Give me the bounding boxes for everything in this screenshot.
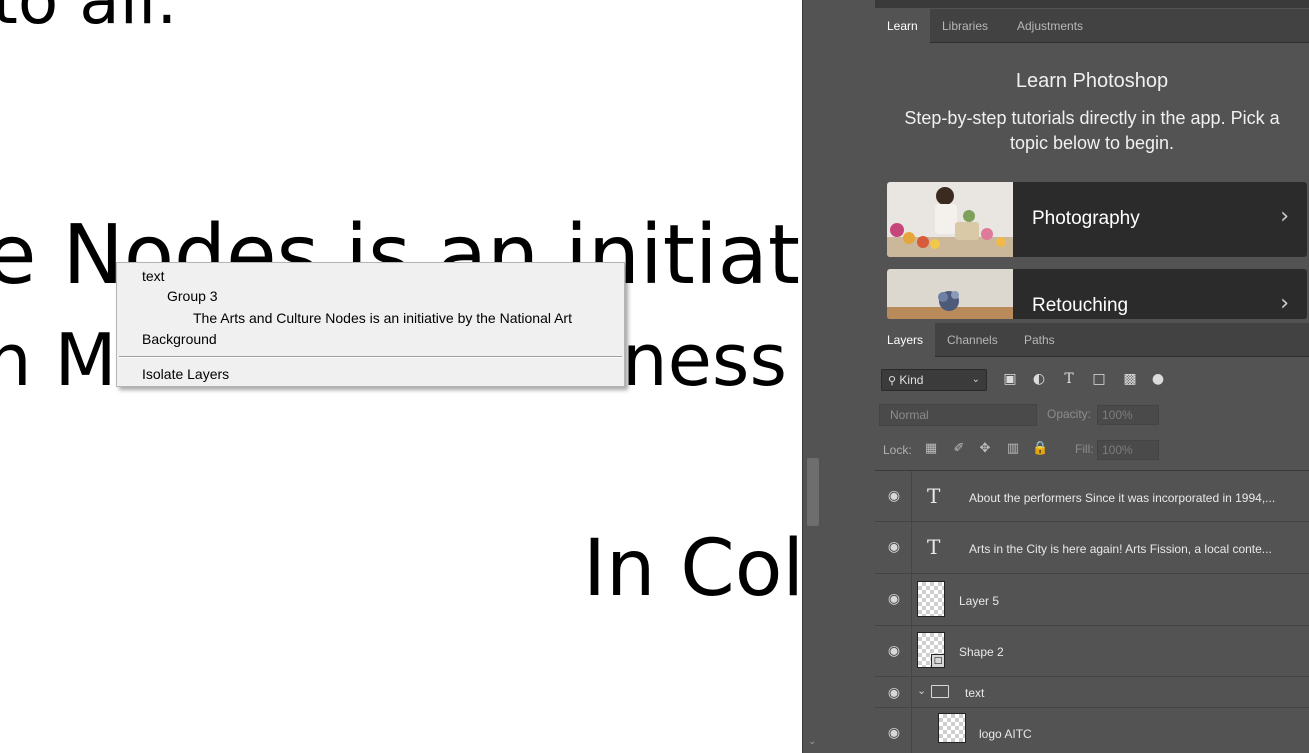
kind-filter-value: Kind	[899, 373, 924, 387]
smart-object-filter-icon[interactable]: ▩	[1121, 370, 1139, 388]
layer-name: logo AITC	[979, 727, 1032, 741]
opacity-field[interactable]: 100%	[1097, 405, 1159, 425]
divider	[911, 471, 912, 521]
divider	[911, 677, 912, 707]
text-layer-icon: T	[927, 484, 941, 508]
filter-toggle-icon[interactable]: ●	[1149, 370, 1167, 388]
fill-label: Fill:	[1075, 442, 1094, 456]
folder-icon	[931, 685, 949, 698]
opacity-label: Opacity:	[1047, 407, 1092, 421]
layer-thumbnail	[917, 581, 945, 617]
tab-paths[interactable]: Paths	[1012, 323, 1067, 357]
layer-thumbnail	[938, 713, 966, 743]
adjustment-filter-icon[interactable]: ◐	[1030, 370, 1048, 388]
lock-move-icon[interactable]: ✥	[977, 441, 993, 457]
divider	[911, 522, 912, 573]
layer-name: text	[965, 686, 985, 700]
layer-row[interactable]: ◉ □ Shape 2	[875, 626, 1309, 677]
search-icon: ⚲	[888, 375, 897, 387]
tab-adjustments[interactable]: Adjustments	[1005, 9, 1095, 43]
shape-filter-icon[interactable]: □	[1090, 370, 1108, 388]
tab-layers[interactable]: Layers	[875, 323, 936, 357]
blend-mode-select[interactable]: Normal	[879, 404, 1037, 426]
tab-libraries[interactable]: Libraries	[930, 9, 1000, 43]
eye-icon[interactable]: ◉	[885, 488, 903, 504]
pixel-filter-icon[interactable]: ▣	[1001, 370, 1019, 388]
kind-filter-select[interactable]: ⚲ Kind ⌄	[881, 369, 987, 391]
eye-icon[interactable]: ◉	[885, 539, 903, 555]
layer-name: About the performers Since it was incorp…	[969, 491, 1276, 505]
tab-channels[interactable]: Channels	[935, 323, 1010, 357]
menu-item-arts-culture-layer[interactable]: The Arts and Culture Nodes is an initiat…	[193, 310, 572, 326]
menu-separator	[119, 356, 622, 358]
divider	[911, 708, 912, 753]
layer-row[interactable]: ◉ Layer 5	[875, 574, 1309, 626]
tutorial-card-retouching[interactable]: Retouching ›	[887, 269, 1307, 319]
layer-row[interactable]: ◉ T Arts in the City is here again! Arts…	[875, 522, 1309, 574]
panel-top-edge	[875, 0, 1309, 8]
eye-icon[interactable]: ◉	[885, 725, 903, 741]
canvas-text-line: to all.	[0, 0, 178, 39]
card-label: Photography	[1032, 208, 1140, 229]
fill-field[interactable]: 100%	[1097, 440, 1159, 460]
layer-name: Arts in the City is here again! Arts Fis…	[969, 542, 1272, 556]
lock-brush-icon[interactable]: ✐	[951, 441, 967, 457]
chevron-right-icon: ›	[1280, 204, 1289, 229]
learn-subtitle: Step-by-step tutorials directly in the a…	[904, 108, 1280, 153]
tab-learn[interactable]: Learn	[875, 9, 930, 43]
lock-row: Lock: ▦ ✐ ✥ ▥ 🔒 Fill: 100%	[875, 437, 1309, 463]
lock-artboard-icon[interactable]: ▥	[1005, 441, 1021, 457]
canvas-vertical-scrollbar[interactable]: ⌄	[802, 0, 824, 753]
layer-name: Layer 5	[959, 594, 1000, 608]
layer-list: ◉ T About the performers Since it was in…	[875, 470, 1309, 753]
text-layer-icon: T	[927, 535, 941, 559]
layer-name: Shape 2	[959, 645, 1004, 659]
canvas-text-line: ness	[622, 318, 787, 402]
learn-tabbar: Learn Libraries Adjustments	[875, 9, 1309, 43]
card-label: Retouching	[1032, 295, 1129, 316]
eye-icon[interactable]: ◉	[885, 643, 903, 659]
chevron-down-icon[interactable]: ⌄	[917, 684, 926, 697]
layer-row[interactable]: ◉ logo AITC	[875, 708, 1309, 753]
chevron-down-icon: ⌄	[971, 374, 980, 385]
canvas-text-line: n M	[0, 318, 117, 402]
chevron-right-icon: ›	[1280, 291, 1289, 316]
retouching-thumbnail	[887, 269, 1013, 319]
menu-item-text-layer[interactable]: text	[142, 268, 165, 284]
panel-gutter	[824, 0, 875, 753]
divider	[911, 626, 912, 676]
tutorial-card-photography[interactable]: Photography ›	[887, 182, 1307, 257]
eye-icon[interactable]: ◉	[885, 685, 903, 701]
eye-icon[interactable]: ◉	[885, 591, 903, 607]
scroll-down-icon[interactable]: ⌄	[808, 737, 818, 747]
scrollbar-thumb[interactable]	[807, 458, 819, 526]
canvas-text-line: In Coll	[583, 524, 802, 614]
lock-label: Lock:	[883, 443, 912, 457]
divider	[911, 574, 912, 625]
lock-transparent-icon[interactable]: ▦	[923, 441, 939, 457]
layer-filter-toolbar: ⚲ Kind ⌄ ▣ ◐ T □ ▩ ●	[875, 366, 1309, 396]
photography-thumbnail	[887, 182, 1013, 257]
type-filter-icon[interactable]: T	[1060, 370, 1078, 388]
lock-all-icon[interactable]: 🔒	[1032, 441, 1048, 457]
menu-item-background[interactable]: Background	[142, 331, 217, 347]
layer-group-row[interactable]: ◉ ⌄ text	[875, 677, 1309, 708]
vector-mask-icon: □	[931, 654, 945, 668]
menu-item-isolate-layers[interactable]: Isolate Layers	[142, 366, 229, 382]
layer-context-menu: text Group 3 The Arts and Culture Nodes …	[116, 262, 625, 387]
layer-row[interactable]: ◉ T About the performers Since it was in…	[875, 471, 1309, 522]
blend-row: Normal Opacity: 100%	[875, 402, 1309, 428]
learn-title: Learn Photoshop	[1015, 70, 1169, 92]
right-panel-dock: Learn Libraries Adjustments Learn Photos…	[875, 0, 1309, 753]
menu-item-group-3[interactable]: Group 3	[167, 288, 218, 304]
layers-tabbar: Layers Channels Paths	[875, 323, 1309, 357]
